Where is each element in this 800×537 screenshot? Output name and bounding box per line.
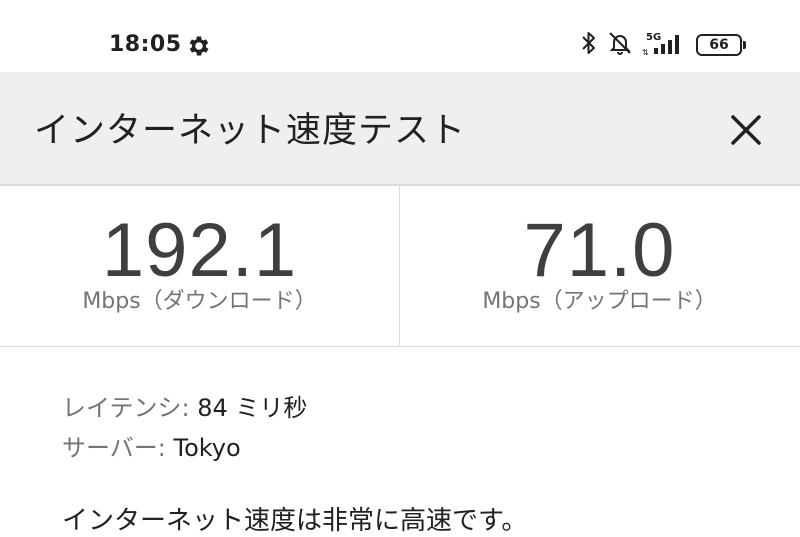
- download-speed-unit: Mbps（ダウンロード）: [82, 289, 317, 314]
- battery-tip: [743, 41, 746, 49]
- close-button[interactable]: [718, 102, 774, 158]
- speed-summary: インターネット速度は非常に高速です。: [62, 506, 528, 536]
- speed-results: 192.1 Mbps（ダウンロード） 71.0 Mbps（アップロード）: [0, 186, 800, 347]
- test-details: レイテンシ: 84 ミリ秒 サーバー: Tokyo: [62, 388, 307, 468]
- latency-label: レイテンシ:: [62, 394, 190, 422]
- server-label: サーバー:: [62, 434, 166, 462]
- dialog-title: インターネット速度テスト: [34, 111, 467, 151]
- upload-speed-value: 71.0: [523, 208, 676, 293]
- download-speed-value: 192.1: [101, 208, 298, 293]
- status-bar: 18:05 5G ⇅ 66: [0, 0, 800, 72]
- download-result: 192.1 Mbps（ダウンロード）: [0, 186, 399, 346]
- latency-row: レイテンシ: 84 ミリ秒: [62, 388, 307, 428]
- latency-value: 84 ミリ秒: [197, 394, 308, 422]
- dialog-header: インターネット速度テスト: [0, 72, 800, 186]
- upload-speed-unit: Mbps（アップロード）: [482, 289, 717, 314]
- battery-level: 66: [696, 34, 742, 56]
- svg-text:⇅: ⇅: [642, 48, 649, 57]
- battery-indicator: 66: [696, 34, 746, 56]
- upload-result: 71.0 Mbps（アップロード）: [400, 186, 799, 346]
- svg-text:5G: 5G: [646, 32, 661, 43]
- status-time: 18:05: [109, 32, 182, 57]
- 5g-signal-icon: 5G ⇅: [642, 29, 688, 61]
- close-icon: [731, 115, 761, 145]
- status-icons: 5G ⇅ 66: [580, 30, 746, 60]
- bluetooth-icon: [580, 30, 598, 60]
- server-row: サーバー: Tokyo: [62, 428, 307, 468]
- server-value: Tokyo: [173, 434, 241, 462]
- gear-icon: [186, 33, 212, 59]
- notifications-off-icon: [606, 30, 634, 60]
